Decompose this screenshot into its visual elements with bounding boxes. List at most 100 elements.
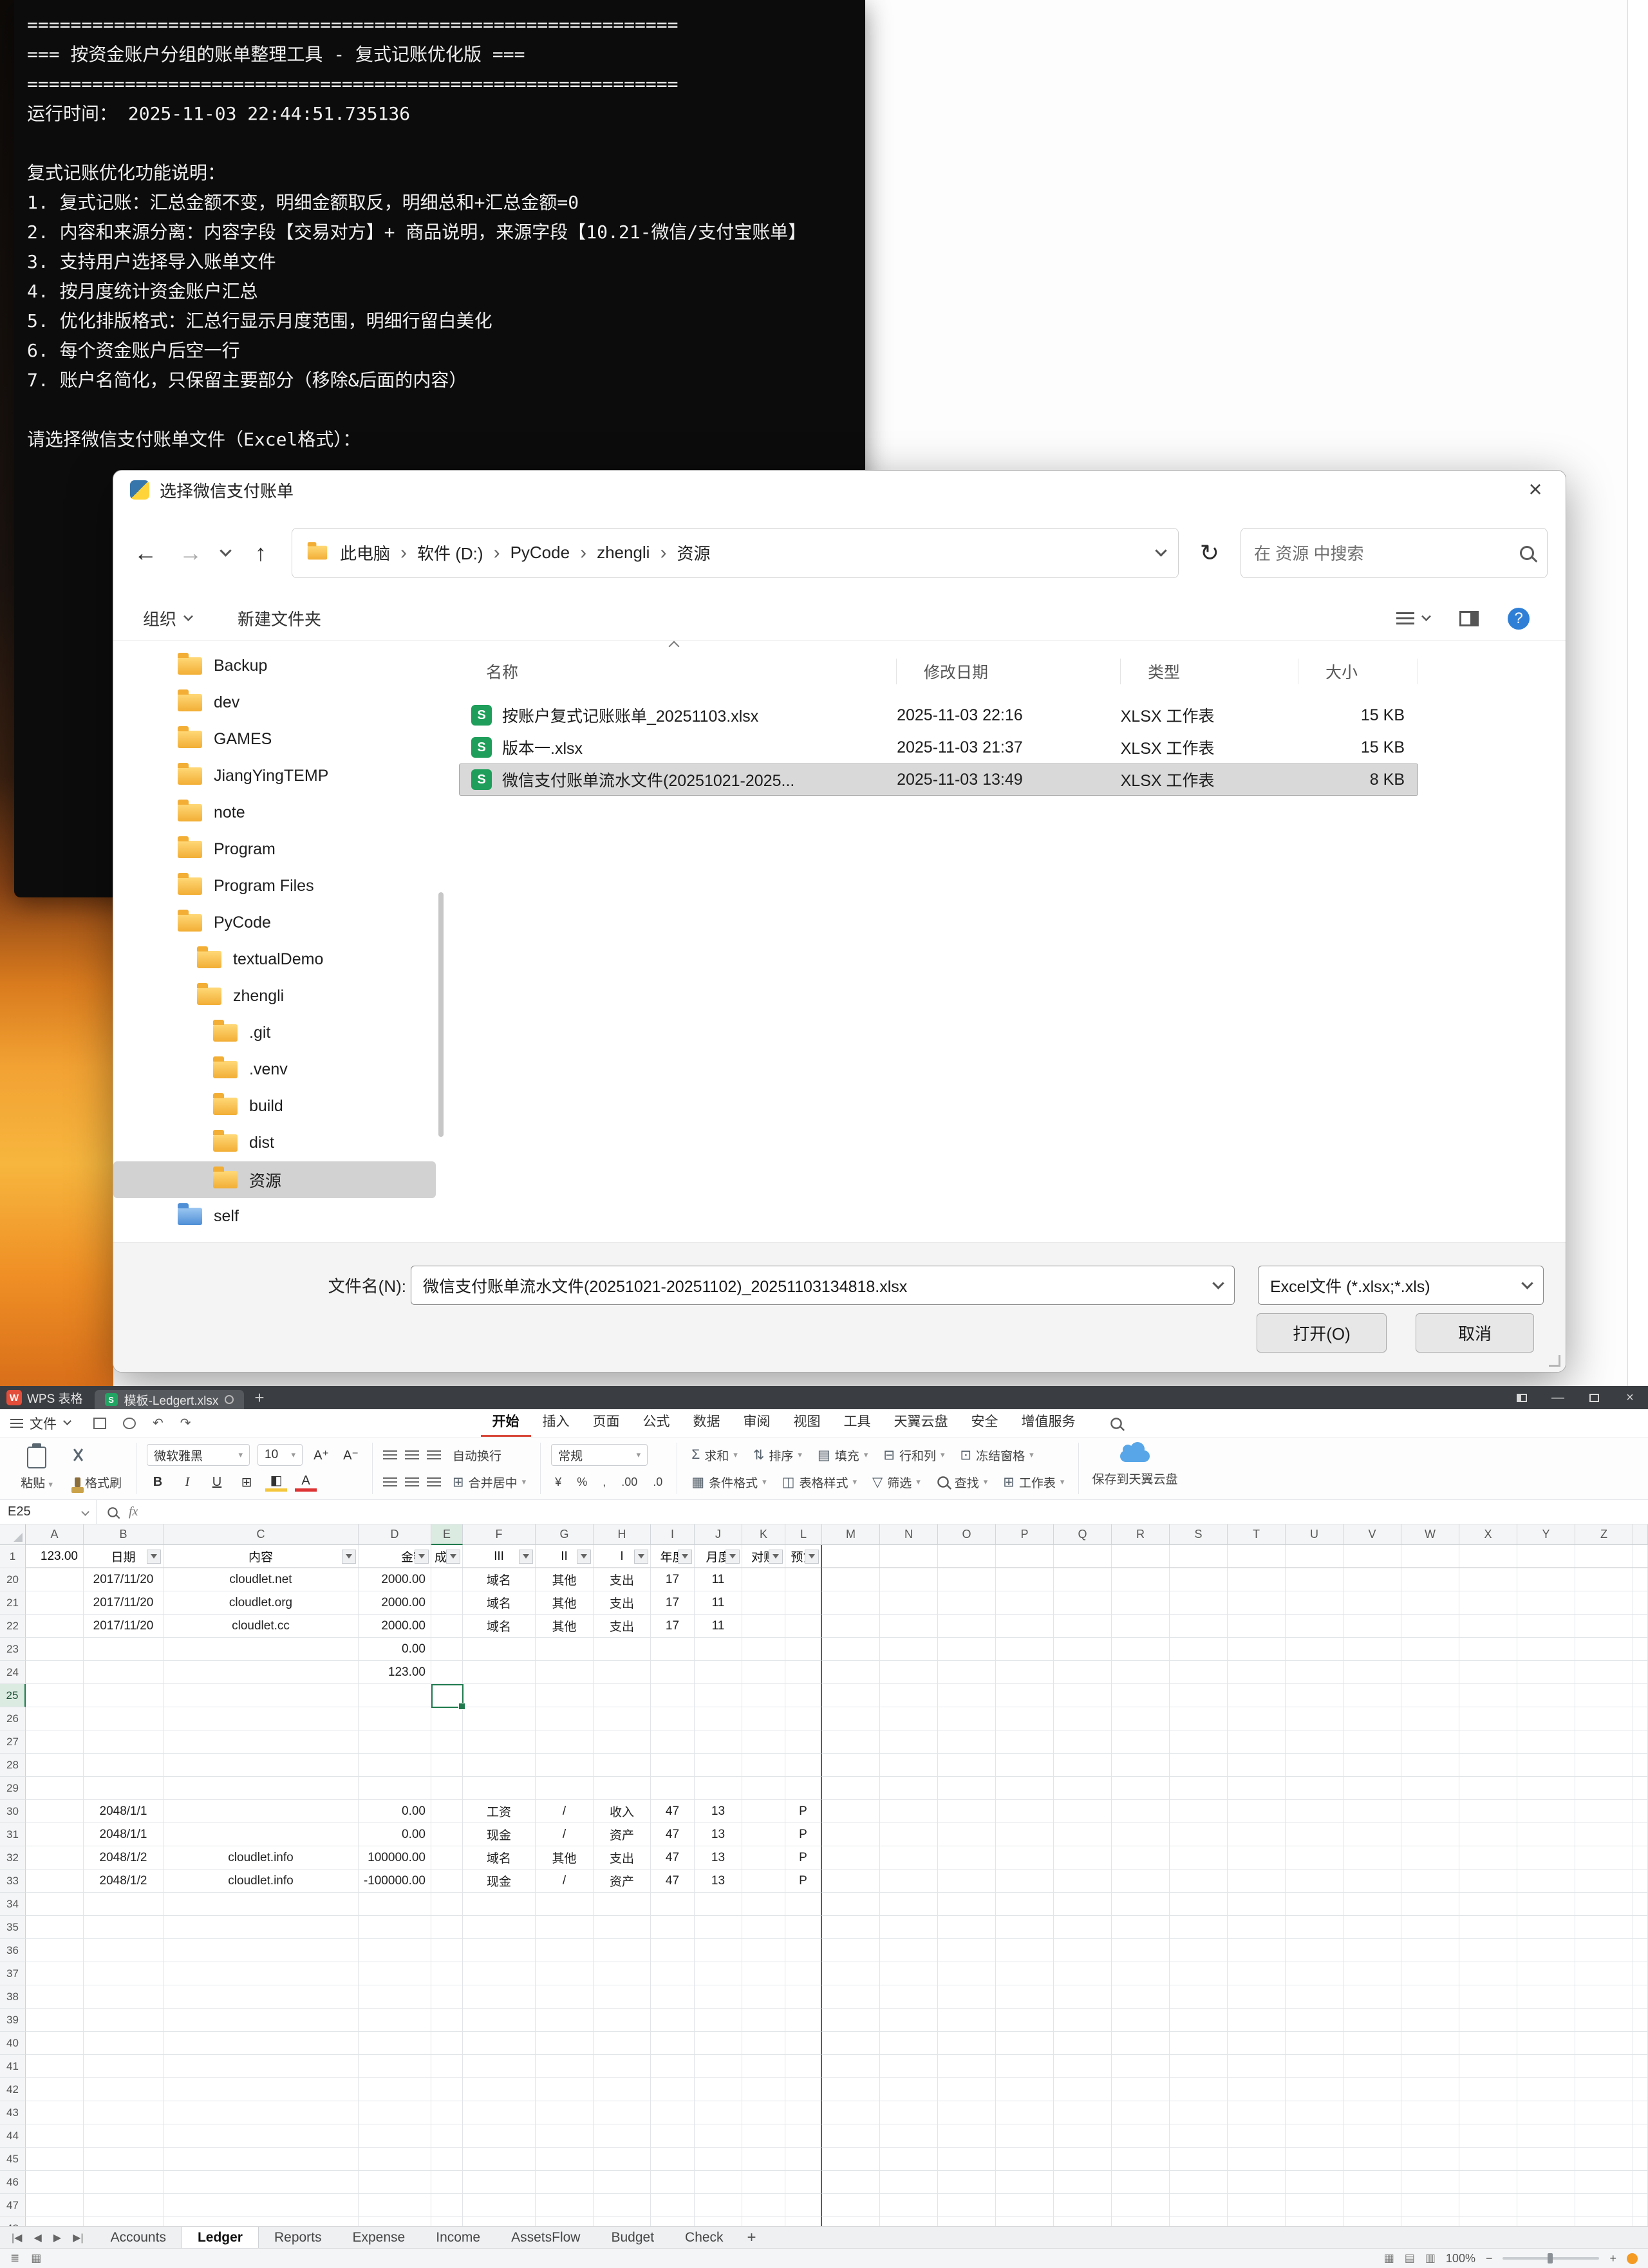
cell-V24[interactable] <box>1344 1661 1401 1684</box>
cell-R21[interactable] <box>1112 1591 1170 1615</box>
cell-Z39[interactable] <box>1575 2009 1633 2032</box>
cell-A39[interactable] <box>26 2009 84 2032</box>
back-icon[interactable]: ← <box>131 539 160 567</box>
cell-X48[interactable] <box>1459 2217 1517 2226</box>
breadcrumb-item[interactable]: 资源 <box>677 541 710 565</box>
cell-G27[interactable] <box>536 1730 594 1754</box>
cell-E40[interactable] <box>431 2032 463 2055</box>
cell-J47[interactable] <box>695 2194 742 2217</box>
cell-F44[interactable] <box>463 2124 536 2148</box>
cell-L22[interactable] <box>785 1615 822 1638</box>
cell-E42[interactable] <box>431 2078 463 2101</box>
cell-N21[interactable] <box>880 1591 938 1615</box>
cell-Y35[interactable] <box>1517 1916 1575 1939</box>
cell-S45[interactable] <box>1170 2148 1228 2171</box>
cell-N30[interactable] <box>880 1800 938 1823</box>
cell-M20[interactable] <box>822 1568 880 1591</box>
cell-R29[interactable] <box>1112 1777 1170 1800</box>
cell-T48[interactable] <box>1228 2217 1286 2226</box>
cell-U25[interactable] <box>1286 1684 1344 1707</box>
cell-T24[interactable] <box>1228 1661 1286 1684</box>
cell-D46[interactable] <box>359 2171 431 2194</box>
cell-A40[interactable] <box>26 2032 84 2055</box>
cell-H31[interactable]: 资产 <box>594 1823 651 1846</box>
cell-R25[interactable] <box>1112 1684 1170 1707</box>
cell-Z46[interactable] <box>1575 2171 1633 2194</box>
cell-U40[interactable] <box>1286 2032 1344 2055</box>
cell-D39[interactable] <box>359 2009 431 2032</box>
file-row[interactable]: S微信支付账单流水文件(20251021-2025...2025-11-03 1… <box>459 764 1418 796</box>
cell-R22[interactable] <box>1112 1615 1170 1638</box>
cell-M41[interactable] <box>822 2055 880 2078</box>
cell-O34[interactable] <box>938 1893 996 1916</box>
ribbon-rows-cols-button[interactable]: ⊟行和列▾ <box>879 1445 948 1465</box>
cell-A26[interactable] <box>26 1707 84 1730</box>
cell-N31[interactable] <box>880 1823 938 1846</box>
menu-tab-3[interactable]: 公式 <box>632 1409 682 1437</box>
row-header-21[interactable]: 21 <box>0 1591 26 1615</box>
breadcrumb-item[interactable]: 软件 (D:) <box>417 541 483 565</box>
row-header-23[interactable]: 23 <box>0 1638 26 1661</box>
cell-G25[interactable] <box>536 1684 594 1707</box>
menu-tab-10[interactable]: 增值服务 <box>1010 1409 1087 1437</box>
cell-O38[interactable] <box>938 1985 996 2009</box>
cell-S34[interactable] <box>1170 1893 1228 1916</box>
cell-O41[interactable] <box>938 2055 996 2078</box>
filter-icon[interactable] <box>446 1550 460 1564</box>
cell-D23[interactable]: 0.00 <box>359 1638 431 1661</box>
cell-X46[interactable] <box>1459 2171 1517 2194</box>
cell-T27[interactable] <box>1228 1730 1286 1754</box>
view-mode-button[interactable] <box>1396 612 1430 624</box>
cell-I43[interactable] <box>651 2101 695 2124</box>
cell-H35[interactable] <box>594 1916 651 1939</box>
cell-N40[interactable] <box>880 2032 938 2055</box>
cell-W46[interactable] <box>1401 2171 1459 2194</box>
ribbon-find-button[interactable]: 查找▾ <box>932 1472 992 1492</box>
cell-E33[interactable] <box>431 1870 463 1893</box>
cell-E24[interactable] <box>431 1661 463 1684</box>
cell-M23[interactable] <box>822 1638 880 1661</box>
cell-V30[interactable] <box>1344 1800 1401 1823</box>
cell-I39[interactable] <box>651 2009 695 2032</box>
row-header-46[interactable]: 46 <box>0 2171 26 2194</box>
cell-R46[interactable] <box>1112 2171 1170 2194</box>
cell-N44[interactable] <box>880 2124 938 2148</box>
sidebar-folder[interactable]: PyCode <box>113 904 436 941</box>
cell-W41[interactable] <box>1401 2055 1459 2078</box>
cell-U29[interactable] <box>1286 1777 1344 1800</box>
cell-J31[interactable]: 13 <box>695 1823 742 1846</box>
cell-Z47[interactable] <box>1575 2194 1633 2217</box>
cell-N38[interactable] <box>880 1985 938 2009</box>
zoom-level[interactable]: 100% <box>1446 2252 1475 2265</box>
menu-tab-7[interactable]: 工具 <box>832 1409 883 1437</box>
breadcrumb-dropdown-icon[interactable] <box>1155 545 1166 556</box>
cell-B43[interactable] <box>84 2101 164 2124</box>
menu-tab-1[interactable]: 插入 <box>531 1409 581 1437</box>
cell-H30[interactable]: 收入 <box>594 1800 651 1823</box>
cell-I37[interactable] <box>651 1962 695 1985</box>
cell-X1[interactable] <box>1459 1545 1517 1568</box>
cell-F47[interactable] <box>463 2194 536 2217</box>
ribbon-sort-button[interactable]: ⇅排序▾ <box>749 1445 806 1465</box>
cell-H21[interactable]: 支出 <box>594 1591 651 1615</box>
cell-V20[interactable] <box>1344 1568 1401 1591</box>
cell-O31[interactable] <box>938 1823 996 1846</box>
column-header-I[interactable]: I <box>651 1524 695 1545</box>
cell-Y46[interactable] <box>1517 2171 1575 2194</box>
cell-W29[interactable] <box>1401 1777 1459 1800</box>
cell-U37[interactable] <box>1286 1962 1344 1985</box>
column-header-F[interactable]: F <box>463 1524 536 1545</box>
cell-Q23[interactable] <box>1054 1638 1112 1661</box>
cell-O47[interactable] <box>938 2194 996 2217</box>
cell-B26[interactable] <box>84 1707 164 1730</box>
cell-D26[interactable] <box>359 1707 431 1730</box>
cell-T38[interactable] <box>1228 1985 1286 2009</box>
row-header-39[interactable]: 39 <box>0 2009 26 2032</box>
cell-S41[interactable] <box>1170 2055 1228 2078</box>
cell-E43[interactable] <box>431 2101 463 2124</box>
cell-M31[interactable] <box>822 1823 880 1846</box>
cell-O28[interactable] <box>938 1754 996 1777</box>
cell-Q48[interactable] <box>1054 2217 1112 2226</box>
cell-O23[interactable] <box>938 1638 996 1661</box>
cell-P23[interactable] <box>996 1638 1054 1661</box>
